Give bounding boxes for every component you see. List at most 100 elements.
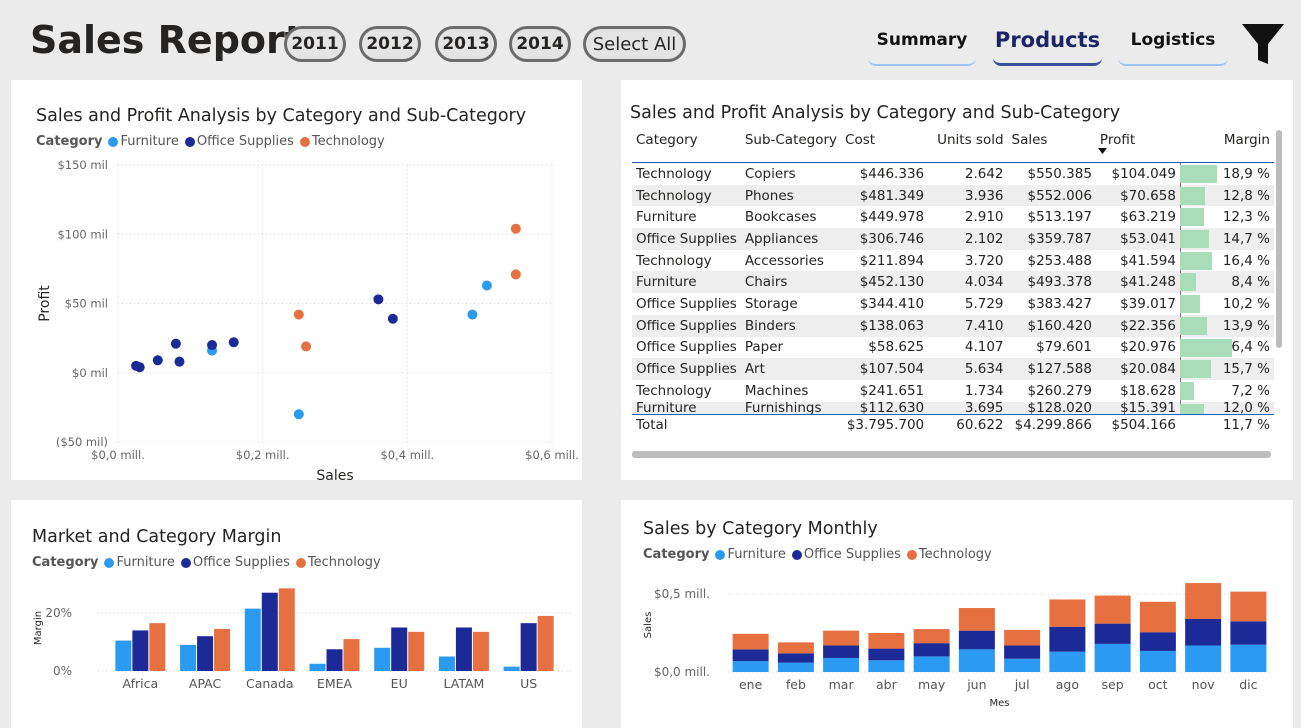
cell-margin: 13,9 % [1210,314,1274,337]
margin-bar-cell [1179,293,1210,315]
margin-bar [1179,316,1208,335]
margin-title: Market and Category Margin [32,527,282,547]
legend-item-office-supplies[interactable]: Office Supplies [180,555,290,570]
legend-title: Category [32,555,99,570]
total-sales: $4.299.866 [1014,417,1092,434]
margin-bar-cell [1179,401,1211,415]
table-row[interactable]: Office Supplies Appliances $306.746 2.102 $3… [632,228,1274,250]
table-row[interactable]: Furniture Furnishings $112.630 3.695 $128.02… [632,401,1274,415]
cell-sales: $383.427 [1027,295,1092,312]
monthly-bar-segment [1185,618,1222,646]
margin-bar [132,630,149,671]
year-2014-button[interactable]: 2014 [509,26,571,62]
col-header-profit[interactable]: Profit [1096,130,1180,163]
cell-profit: $70.658 [1095,184,1180,207]
x-tick-label: jun [966,677,986,692]
x-axis-label: Sales [316,468,353,480]
legend-item-technology[interactable]: Technology [906,547,992,562]
filter-icon[interactable] [1240,22,1286,66]
year-2013-button[interactable]: 2013 [435,26,497,62]
table-row[interactable]: Furniture Chairs $452.130 4.034 $493.378 $41.… [632,271,1274,294]
legend-item-furniture[interactable]: Furniture [108,134,179,149]
table-row[interactable]: Office Supplies Art $107.504 5.634 $127.588 $… [632,358,1274,380]
table-horizontal-scrollbar[interactable] [632,451,1271,458]
margin-bar-cell [1179,336,1232,359]
total-label: Total [636,417,668,434]
y-tick-label: $100 mil [57,227,108,241]
select-all-button[interactable]: Select All [583,26,686,62]
margin-bar [149,623,166,671]
margin-bar-cell [1179,379,1210,402]
year-2012-button[interactable]: 2012 [359,26,421,62]
year-2011-button[interactable]: 2011 [284,26,346,62]
table-row[interactable]: Office Supplies Storage $344.410 5.729 $383.… [632,293,1274,315]
legend-item-furniture[interactable]: Furniture [715,547,786,562]
table-row[interactable]: Technology Copiers $446.336 2.642 $550.385 $1… [632,163,1274,185]
monthly-bar-segment [1004,629,1041,646]
legend-item-furniture[interactable]: Furniture [104,555,175,570]
monthly-bar-segment [868,660,905,672]
x-tick-label: mar [829,677,855,692]
col-header-sales[interactable]: Sales [1008,130,1096,163]
cell-cost: $138.063 [841,314,929,337]
monthly-bar-segment [913,643,950,657]
cell-sales: $79.601 [1036,339,1092,356]
margin-bar [115,640,132,671]
monthly-bar-segment [1094,643,1131,672]
legend-item-technology[interactable]: Technology [299,134,385,149]
col-header-category[interactable]: Category [632,130,741,163]
y-tick-label: 20% [45,606,72,620]
monthly-title: Sales by Category Monthly [643,519,878,539]
col-header-subcategory[interactable]: Sub-Category [741,130,841,163]
margin-bar [503,666,520,671]
legend-item-office-supplies[interactable]: Office Supplies [184,134,294,149]
table-row[interactable]: Technology Machines $241.651 1.734 $260.279 $… [632,379,1274,402]
tab-products[interactable]: Products [993,26,1102,66]
margin-bar [1179,295,1200,314]
legend-item-office-supplies[interactable]: Office Supplies [791,547,901,562]
margin-bar [1179,381,1195,400]
x-tick-label: oct [1148,677,1168,692]
table-vertical-scrollbar[interactable] [1276,130,1282,348]
table-row[interactable]: Technology Phones $481.349 3.936 $552.006 $70… [632,184,1274,207]
scatter-title: Sales and Profit Analysis by Category an… [36,106,527,126]
y-tick-label: $0 mil [72,366,108,380]
tab-summary[interactable]: Summary [868,26,976,66]
cell-cost: $449.978 [859,209,925,226]
margin-bar-cell [1179,314,1211,337]
col-header-cost[interactable]: Cost [841,130,928,163]
cell-units: 7.410 [928,314,1008,337]
y-tick-label: $0,5 mill. [654,587,710,601]
cell-category: Furniture [632,401,741,415]
y-tick-label: 0% [53,664,72,678]
cell-profit: $18.628 [1120,382,1176,399]
monthly-bar-segment [958,608,995,631]
cell-category: Technology [632,184,741,207]
table-row[interactable]: Furniture Bookcases $449.978 2.910 $513.197 $… [632,206,1274,229]
table-row[interactable]: Office Supplies Paper $58.625 4.107 $79.601 $… [632,336,1274,359]
cell-cost: $344.410 [859,295,925,312]
legend-item-technology[interactable]: Technology [295,555,381,570]
monthly-bar-segment [958,649,995,672]
table-row[interactable]: Technology Accessories $211.894 3.720 $253.4… [632,249,1274,272]
margin-bar [520,623,537,671]
cell-sales: $260.279 [1027,382,1092,399]
cell-sales: $359.787 [1007,228,1096,250]
col-header-margin[interactable]: Margin [1210,130,1274,163]
tab-logistics[interactable]: Logistics [1118,26,1228,66]
monthly-bar-segment [823,630,860,646]
x-tick-label: nov [1192,677,1216,692]
x-tick-label: ago [1056,677,1079,692]
margin-bar [438,656,455,671]
cell-units: 2.642 [964,165,1004,182]
col-header-units[interactable]: Units sold [928,130,1007,163]
cell-cost: $306.746 [841,228,929,250]
cell-cost: $112.630 [841,401,929,415]
margin-bar-cell [1179,228,1211,250]
margin-bar [180,644,197,671]
scatter-point [207,340,218,351]
cell-subcategory: Accessories [744,252,824,269]
margin-bar [1179,403,1204,415]
margin-legend: Category Furniture Office Supplies Techn… [32,555,387,570]
table-row[interactable]: Office Supplies Binders $138.063 7.410 $160.… [632,314,1274,337]
